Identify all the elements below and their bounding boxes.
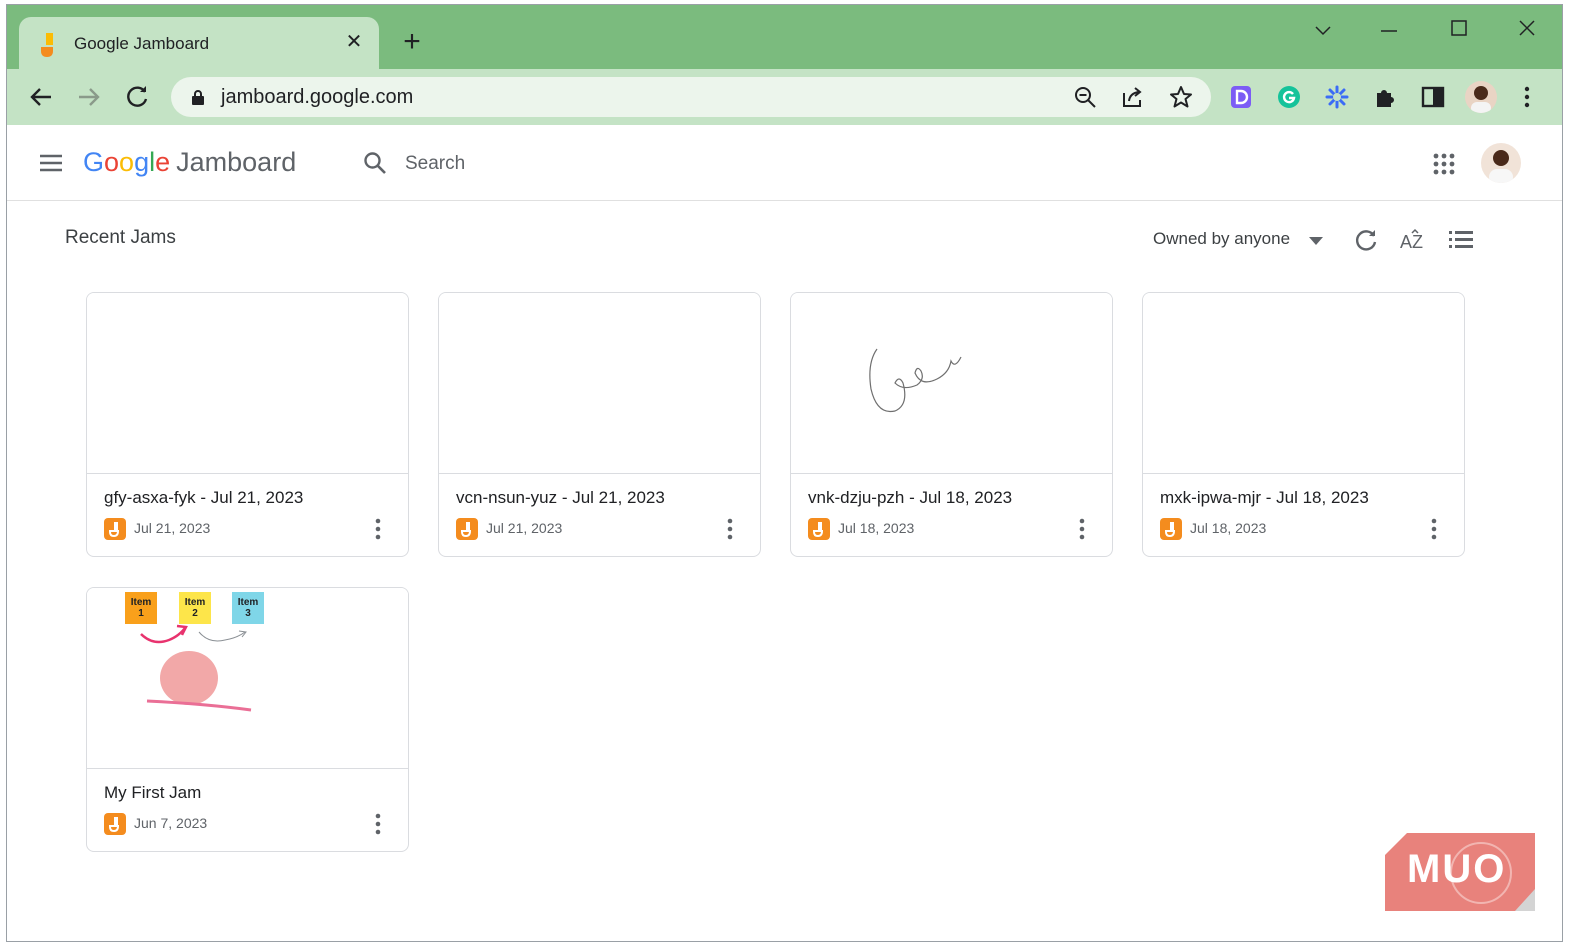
jam-title: gfy-asxa-fyk - Jul 21, 2023 [104, 488, 304, 507]
url-text: jamboard.google.com [221, 86, 414, 108]
list-view-icon[interactable] [1448, 227, 1474, 253]
zoom-out-icon[interactable] [1073, 85, 1097, 109]
jam-date: Jul 21, 2023 [486, 520, 563, 536]
d-extension-icon[interactable] [1229, 85, 1253, 109]
jamboard-favicon-icon [41, 33, 53, 57]
product-name: Jamboard [176, 147, 297, 177]
address-bar[interactable]: jamboard.google.com [171, 77, 1211, 117]
extensions-puzzle-icon[interactable] [1373, 85, 1397, 109]
jam-thumbnail[interactable] [1143, 293, 1464, 474]
jam-title: vnk-dzju-pzh - Jul 18, 2023 [808, 488, 1013, 507]
jam-thumbnail[interactable]: Item 1 Item 2 Item 3 [87, 588, 408, 769]
browser-toolbar: jamboard.google.com [7, 69, 1562, 125]
jam-card[interactable]: vcn-nsun-yuz - Jul 21, 2023 Jul 21, 2023 [438, 292, 761, 557]
jam-thumbnail[interactable] [439, 293, 760, 474]
jamboard-file-icon [104, 518, 126, 540]
close-tab-icon[interactable]: ✕ [343, 31, 365, 53]
jam-date: Jul 18, 2023 [1190, 520, 1267, 536]
jamboard-file-icon [104, 813, 126, 835]
more-options-icon[interactable] [371, 517, 385, 541]
lock-icon [192, 90, 204, 105]
svg-text:Z: Z [1412, 232, 1423, 252]
asterisk-extension-icon[interactable] [1325, 85, 1349, 109]
muo-watermark-logo: MUO [1385, 833, 1537, 911]
jam-card[interactable]: mxk-ipwa-mjr - Jul 18, 2023 Jul 18, 2023 [1142, 292, 1465, 557]
new-tab-button[interactable]: + [399, 27, 425, 57]
scribble-drawing [869, 348, 962, 413]
jam-date: Jul 21, 2023 [134, 520, 211, 536]
browser-menu-icon[interactable] [1515, 85, 1539, 109]
refresh-icon[interactable] [1353, 227, 1379, 253]
profile-avatar[interactable] [1465, 81, 1497, 113]
jam-thumbnail[interactable] [791, 293, 1112, 474]
reload-icon[interactable] [123, 83, 151, 111]
jam-card[interactable]: vnk-dzju-pzh - Jul 18, 2023 Jul 18, 2023 [790, 292, 1113, 557]
grammarly-icon[interactable] [1277, 85, 1301, 109]
recent-jams-heading: Recent Jams [65, 227, 176, 248]
main-menu-icon[interactable] [39, 153, 63, 173]
jam-date: Jun 7, 2023 [134, 815, 208, 831]
account-avatar[interactable] [1481, 143, 1521, 183]
jamboard-file-icon [808, 518, 830, 540]
jam-title: mxk-ipwa-mjr - Jul 18, 2023 [1160, 488, 1369, 507]
share-icon[interactable] [1121, 85, 1145, 109]
jam-drawing [140, 624, 252, 712]
jamboard-header: Google Jamboard [7, 125, 1562, 201]
forward-arrow-icon[interactable] [75, 83, 103, 111]
title-bar: Google Jamboard ✕ + [7, 5, 1562, 69]
more-options-icon[interactable] [1427, 517, 1441, 541]
jamboard-file-icon [456, 518, 478, 540]
jam-date: Jul 18, 2023 [838, 520, 915, 536]
browser-tab[interactable]: Google Jamboard ✕ [19, 17, 379, 69]
back-arrow-icon[interactable] [27, 83, 55, 111]
svg-text:A: A [1400, 232, 1412, 252]
search-icon[interactable] [363, 151, 387, 175]
google-apps-icon[interactable] [1433, 153, 1455, 175]
jamboard-file-icon [1160, 518, 1182, 540]
tab-search-icon[interactable] [1303, 15, 1343, 45]
more-options-icon[interactable] [723, 517, 737, 541]
more-options-icon[interactable] [1075, 517, 1089, 541]
bookmark-star-icon[interactable] [1169, 85, 1193, 109]
minimize-icon[interactable] [1369, 15, 1409, 45]
jam-title: My First Jam [104, 783, 202, 802]
tab-title: Google Jamboard [74, 34, 210, 53]
owner-filter-dropdown[interactable]: Owned by anyone [1153, 229, 1290, 249]
search-input[interactable] [405, 149, 1005, 179]
dropdown-caret-icon[interactable] [1309, 237, 1323, 245]
google-jamboard-logo[interactable]: Google Jamboard [83, 147, 296, 178]
jam-thumbnail[interactable] [87, 293, 408, 474]
browser-window: Google Jamboard ✕ + jamboard.google.com … [6, 4, 1563, 942]
sort-az-icon[interactable]: A Z [1400, 227, 1426, 253]
jam-card[interactable]: Item 1 Item 2 Item 3 My First Jam Jun 7, 20… [86, 587, 409, 852]
watermark-text: MUO [1407, 847, 1507, 891]
jam-title: vcn-nsun-yuz - Jul 21, 2023 [456, 488, 665, 507]
close-window-icon[interactable] [1507, 15, 1547, 45]
side-panel-icon[interactable] [1421, 85, 1445, 109]
jam-card[interactable]: gfy-asxa-fyk - Jul 21, 2023 Jul 21, 2023 [86, 292, 409, 557]
more-options-icon[interactable] [371, 812, 385, 836]
maximize-icon[interactable] [1439, 15, 1479, 45]
